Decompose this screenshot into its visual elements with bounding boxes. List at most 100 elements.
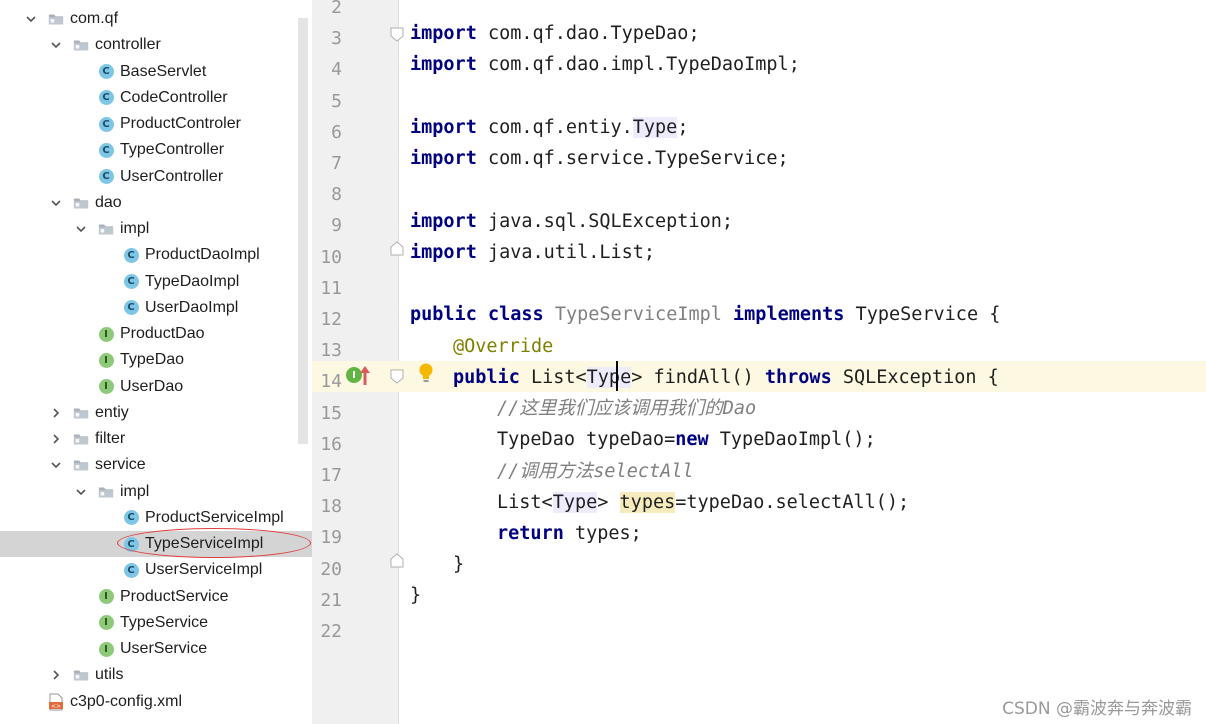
line-number: 15 [320,402,342,424]
tree-item-productdao[interactable]: I ProductDao [0,321,312,347]
tree-item-c3p0-config-xml[interactable]: <> c3p0-config.xml [0,689,312,715]
tree-item-typecontroller[interactable]: C TypeController [0,137,312,163]
chevron-right-icon[interactable] [49,668,63,682]
tree-item-label: ProductDaoImpl [145,246,260,264]
fold-marker-icon[interactable] [389,368,405,384]
java-class-icon: C [98,64,114,80]
package-folder-icon [73,667,89,683]
line-number: 4 [331,59,342,81]
line-number: 16 [320,433,342,455]
package-folder-icon [73,195,89,211]
java-interface-icon: I [98,379,114,395]
tree-item-impl[interactable]: impl [0,216,312,242]
tree-item-com-qf[interactable]: com.qf [0,6,312,32]
line-number: 2 [331,0,342,18]
java-class-icon: C [98,169,114,185]
java-class-icon: C [123,247,139,263]
tree-item-userservice[interactable]: I UserService [0,636,312,662]
line-number: 20 [320,558,342,580]
line-number: 9 [331,215,342,237]
tree-item-baseservlet[interactable]: C BaseServlet [0,59,312,85]
tree-item-typedao[interactable]: I TypeDao [0,347,312,373]
java-interface-icon: I [98,615,114,631]
chevron-down-icon[interactable] [74,485,88,499]
code-line-12: public class TypeServiceImpl implements … [410,304,1001,325]
line-number: 6 [331,121,342,143]
tree-item-label: ProductControler [120,115,241,132]
java-interface-icon: I [98,589,114,605]
chevron-down-icon[interactable] [49,196,63,210]
fold-marker-icon[interactable] [389,26,405,42]
lightbulb-icon[interactable] [417,362,435,384]
line-number: 17 [320,465,342,486]
svg-text:<>: <> [51,703,61,710]
type-usage-highlight: Type [632,117,678,138]
tree-item-label: TypeController [120,141,225,159]
tree-item-label: dao [95,193,122,211]
tree-item-userdao[interactable]: I UserDao [0,374,312,400]
java-class-icon: C [123,300,139,316]
tree-item-label: controller [95,36,161,54]
tree-item-typedaoimpl[interactable]: C TypeDaoImpl [0,269,312,295]
tree-item-label: service [95,456,146,474]
chevron-right-icon[interactable] [49,406,63,420]
tree-item-service[interactable]: service [0,452,312,478]
java-class-icon: C [123,510,139,526]
tree-item-label: com.qf [70,10,119,27]
chevron-down-icon[interactable] [49,38,63,52]
tree-item-label: utils [95,666,124,684]
java-class-icon: C [123,562,139,578]
tree-item-utils[interactable]: utils [0,662,312,688]
java-interface-icon: I [98,326,114,342]
chevron-down-icon[interactable] [24,12,38,26]
code-line-6: import com.qf.entiy.Type; [410,117,689,138]
implements-arrow-icon[interactable] [359,364,371,386]
tree-item-entiy[interactable]: entiy [0,400,312,426]
tree-item-label: UserService [120,640,208,657]
tree-item-label: filter [95,430,126,447]
tree-item-codecontroller[interactable]: C CodeController [0,85,312,111]
tree-item-controller[interactable]: controller [0,32,312,58]
code-line-4: import com.qf.dao.impl.TypeDaoImpl; [410,54,800,75]
package-folder-icon [73,405,89,421]
code-line-20: } [453,554,465,575]
type-usage-highlight: Type [552,492,598,513]
tree-item-label: impl [120,220,150,237]
fold-end-marker-icon[interactable] [389,241,405,257]
tree-item-impl[interactable]: impl [0,479,312,505]
chevron-right-icon[interactable] [49,432,63,446]
tree-item-dao[interactable]: dao [0,190,312,216]
line-number: 13 [320,340,342,362]
tree-item-label: ProductServiceImpl [145,508,284,526]
line-number: 22 [320,621,342,642]
tree-item-label: ProductDao [120,325,205,342]
java-class-icon: C [98,90,114,106]
package-folder-icon [98,484,114,500]
tree-item-productservice[interactable]: I ProductService [0,584,312,610]
chevron-down-icon[interactable] [74,222,88,236]
code-line-18: List<Type> types=typeDao.selectAll(); [497,492,910,513]
tree-item-label: ProductService [120,587,229,605]
line-number: 10 [320,246,342,268]
tree-item-productdaoimpl[interactable]: C ProductDaoImpl [0,242,312,268]
tree-item-productcontroler[interactable]: C ProductControler [0,111,312,137]
code-line-10: import java.util.List; [410,242,656,263]
tree-item-userdaoimpl[interactable]: C UserDaoImpl [0,295,312,321]
tree-item-typeservice[interactable]: I TypeService [0,610,312,636]
code-line-7: import com.qf.service.TypeService; [410,148,789,169]
fold-end-marker-icon[interactable] [389,553,405,569]
tree-item-label: entiy [95,403,129,421]
line-number: 3 [331,28,342,50]
java-interface-icon: I [98,352,114,368]
tree-scrollbar[interactable] [298,18,308,444]
tree-item-filter[interactable]: filter [0,426,312,452]
chevron-down-icon[interactable] [49,458,63,472]
tree-item-userserviceimpl[interactable]: C UserServiceImpl [0,557,312,583]
tree-item-usercontroller[interactable]: C UserController [0,164,312,190]
code-line-17: //调用方法selectAll [497,461,694,482]
line-number: 11 [320,277,342,299]
code-line-19: return types; [497,523,642,544]
tree-item-productserviceimpl[interactable]: C ProductServiceImpl [0,505,312,531]
package-folder-icon [73,431,89,447]
tree-item-label: TypeDao [120,351,185,369]
